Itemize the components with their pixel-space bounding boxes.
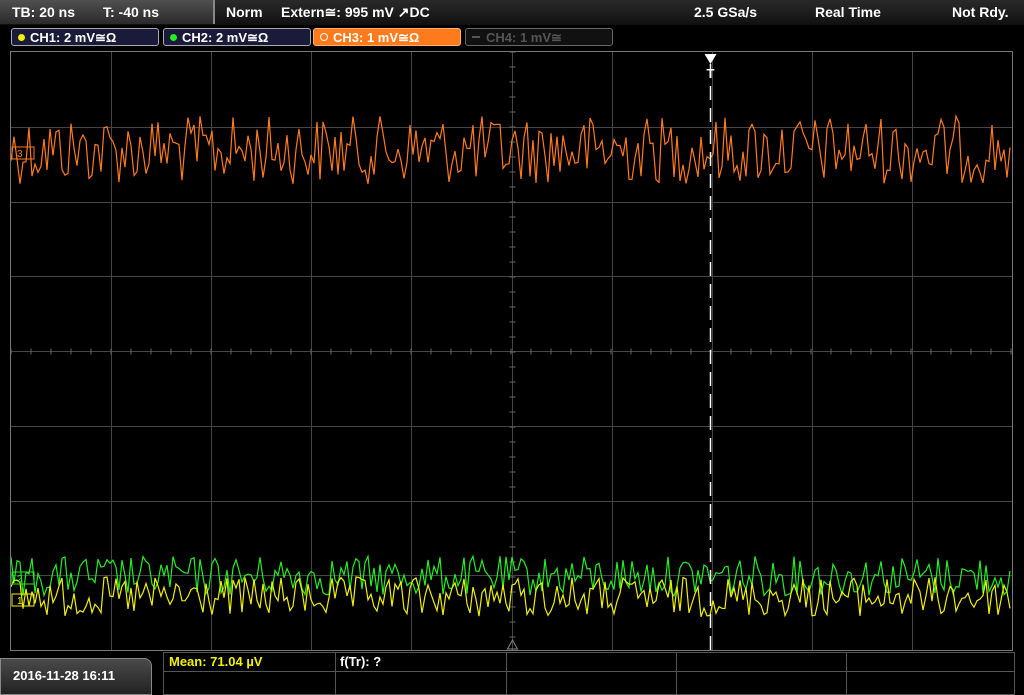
trigger-arrow-icon — [704, 54, 717, 64]
measurement-panel[interactable]: Mean: 71.04 µV f(Tr): ? — [163, 652, 1015, 695]
channel-2-button[interactable]: CH2: 2 mV≅Ω — [163, 28, 311, 46]
acquisition-status: Not Rdy. — [952, 4, 1009, 20]
channel-1-marker: 1 — [17, 596, 23, 607]
trigger-time-label: T: -40 ns — [103, 4, 160, 20]
trigger-mode[interactable]: Norm — [226, 4, 263, 20]
channel-4-button[interactable]: CH4: 1 mV≅ — [465, 28, 613, 46]
channel-1-button[interactable]: CH1: 2 mV≅Ω — [11, 28, 159, 46]
channel-2-dot-icon — [170, 34, 177, 41]
channel-3-button[interactable]: CH3: 1 mV≅Ω — [313, 28, 461, 46]
trigger-marker-label: T — [707, 66, 715, 81]
timebase-label: TB: 20 ns — [12, 4, 76, 20]
waveform-svg: T 3 2 1 — [10, 51, 1012, 650]
channel-3-trace — [10, 114, 1011, 184]
mean-measurement: Mean: 71.04 µV — [169, 654, 263, 669]
channel-4-off-icon — [472, 36, 480, 38]
waveform-display[interactable]: T 3 2 1 — [10, 51, 1013, 651]
channel-3-label: CH3: 1 mV≅Ω — [333, 30, 420, 45]
timebase-box[interactable]: TB: 20 ns T: -40 ns — [0, 0, 215, 24]
channel-2-marker: 2 — [17, 574, 23, 585]
sample-rate: 2.5 GSa/s — [694, 4, 758, 20]
frequency-measurement: f(Tr): ? — [340, 654, 382, 669]
datetime-label: 2016-11-28 16:11 — [13, 668, 115, 683]
channel-1-label: CH1: 2 mV≅Ω — [30, 30, 117, 45]
status-bar: TB: 20 ns T: -40 ns Norm Extern≅: 995 mV… — [0, 0, 1024, 26]
datetime-box: 2016-11-28 16:11 — [0, 658, 152, 695]
channel-1-trace — [10, 576, 1011, 618]
trigger-source[interactable]: Extern≅: 995 mV ↗DC — [281, 4, 430, 20]
channel-2-label: CH2: 2 mV≅Ω — [182, 30, 269, 45]
channel-3-marker: 3 — [17, 149, 23, 160]
channel-row: CH1: 2 mV≅Ω CH2: 2 mV≅Ω CH3: 1 mV≅Ω CH4:… — [0, 25, 1024, 49]
footer-bar: 2016-11-28 16:11 Mean: 71.04 µV f(Tr): ? — [0, 652, 1024, 695]
channel-3-dot-icon — [320, 33, 328, 41]
channel-1-dot-icon — [18, 34, 25, 41]
channel-4-label: CH4: 1 mV≅ — [486, 30, 562, 45]
acquisition-mode: Real Time — [815, 4, 881, 20]
